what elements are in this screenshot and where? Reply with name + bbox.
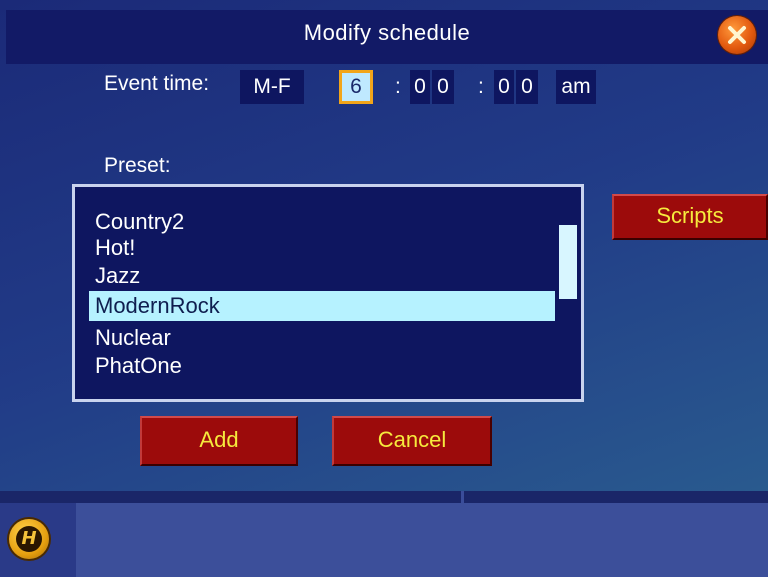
- hour-field[interactable]: 6: [339, 70, 373, 104]
- status-bar: [76, 503, 768, 577]
- close-button[interactable]: [718, 16, 756, 54]
- preset-label: Preset:: [104, 154, 171, 177]
- minute-ones-field[interactable]: 0: [432, 70, 454, 104]
- h-logo-letter: H: [16, 526, 42, 552]
- preset-item[interactable]: Nuclear: [95, 323, 541, 353]
- minute-tens-field[interactable]: 0: [410, 70, 430, 104]
- h-logo-icon[interactable]: H: [9, 519, 49, 559]
- time-separator: :: [395, 75, 401, 98]
- ampm-selector[interactable]: am: [556, 70, 596, 104]
- second-ones-field[interactable]: 0: [516, 70, 538, 104]
- event-time-label: Event time:: [104, 72, 210, 95]
- dialog-title: Modify schedule: [303, 20, 471, 45]
- days-selector[interactable]: M-F: [240, 70, 304, 104]
- close-x-icon: [728, 26, 746, 44]
- title-bar: Modify schedule: [6, 10, 768, 64]
- time-separator: :: [478, 75, 484, 98]
- preset-item[interactable]: Jazz: [95, 261, 541, 291]
- schedule-screen: Modify schedule Event time: M-F 6 : 0 0 …: [0, 0, 768, 577]
- bottom-divider: [0, 491, 768, 503]
- scripts-button[interactable]: Scripts: [612, 194, 768, 240]
- cancel-button[interactable]: Cancel: [332, 416, 492, 466]
- hour-value: 6: [342, 73, 370, 101]
- preset-item[interactable]: PhatOne: [95, 351, 541, 381]
- preset-item[interactable]: Hot!: [95, 233, 541, 263]
- divider-notch: [461, 491, 464, 503]
- add-button[interactable]: Add: [140, 416, 298, 466]
- preset-item-selected[interactable]: ModernRock: [89, 291, 555, 321]
- scrollbar-thumb[interactable]: [559, 225, 577, 299]
- second-tens-field[interactable]: 0: [494, 70, 514, 104]
- preset-list[interactable]: Country2 Hot! Jazz ModernRock Nuclear Ph…: [72, 184, 584, 402]
